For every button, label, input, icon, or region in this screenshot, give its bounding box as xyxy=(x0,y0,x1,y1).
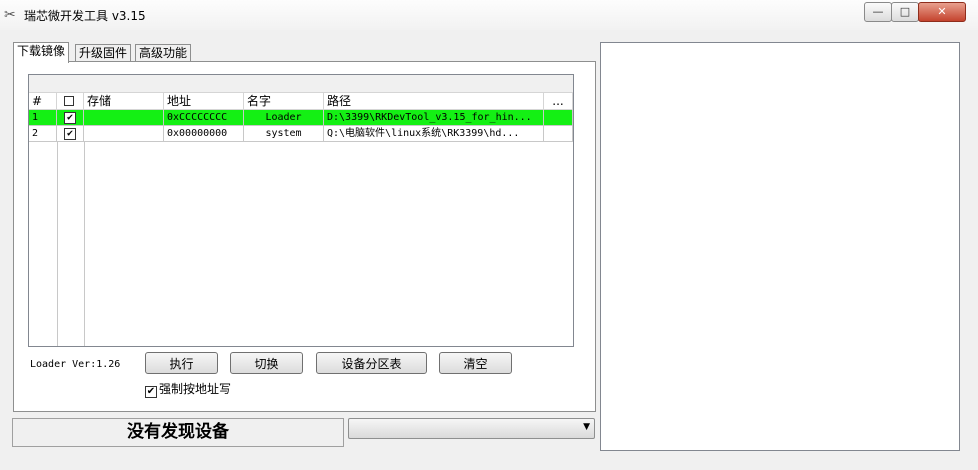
switch-button[interactable]: 切换 xyxy=(230,352,303,374)
grid-line xyxy=(57,142,85,346)
row-checkbox[interactable]: ✔ xyxy=(64,112,76,124)
row-storage[interactable] xyxy=(84,126,164,142)
row-check-cell: ✔ xyxy=(57,110,84,126)
window-title: 瑞芯微开发工具 v3.15 xyxy=(24,9,146,23)
log-output-panel[interactable] xyxy=(600,42,960,451)
col-more-header[interactable]: ... xyxy=(544,93,573,109)
col-check-header[interactable] xyxy=(57,93,84,109)
chevron-down-icon[interactable]: ▼ xyxy=(583,422,590,432)
tab-upgrade-firmware[interactable]: 升级固件 xyxy=(75,44,132,62)
tab-advanced-functions[interactable]: 高级功能 xyxy=(135,44,192,62)
row-index: 2 xyxy=(29,126,57,142)
row-browse[interactable] xyxy=(544,110,573,126)
image-table: # 存储 地址 名字 路径 ... 1 ✔ 0xCCCCCCCC Loader … xyxy=(28,74,574,347)
clear-button[interactable]: 清空 xyxy=(439,352,512,374)
tab-download-image[interactable]: 下载镜像 xyxy=(13,42,70,63)
force-write-checkbox[interactable]: ✔ xyxy=(145,386,157,398)
table-toolbar xyxy=(29,75,573,93)
col-name-header[interactable]: 名字 xyxy=(244,93,324,109)
grid-line xyxy=(29,142,58,346)
force-write-label: 强制按地址写 xyxy=(159,382,232,396)
select-all-checkbox[interactable] xyxy=(64,96,74,106)
row-storage[interactable] xyxy=(84,110,164,126)
col-address-header[interactable]: 地址 xyxy=(164,93,244,109)
table-header: # 存储 地址 名字 路径 ... xyxy=(29,93,573,110)
download-image-panel: # 存储 地址 名字 路径 ... 1 ✔ 0xCCCCCCCC Loader … xyxy=(13,61,596,412)
row-path[interactable]: Q:\电脑软件\linux系统\RK3399\hd... xyxy=(324,126,544,142)
tools-icon: ✂ xyxy=(4,7,16,23)
partition-table-button[interactable]: 设备分区表 xyxy=(316,352,427,374)
row-path[interactable]: D:\3399\RKDevTool_v3.15_for_hin... xyxy=(324,110,544,126)
row-checkbox[interactable]: ✔ xyxy=(64,128,76,140)
row-check-cell: ✔ xyxy=(57,126,84,142)
device-status: 没有发现设备 xyxy=(12,418,344,447)
force-write-option[interactable]: ✔ 强制按地址写 xyxy=(145,382,231,398)
maximize-button[interactable]: □ xyxy=(891,2,919,22)
loader-version: Loader Ver:1.26 xyxy=(30,359,121,370)
minimize-button[interactable]: — xyxy=(864,2,892,22)
title-bar: ✂ 瑞芯微开发工具 v3.15 — □ ✕ xyxy=(0,0,978,30)
col-path-header[interactable]: 路径 xyxy=(324,93,544,109)
table-row[interactable]: 2 ✔ 0x00000000 system Q:\电脑软件\linux系统\RK… xyxy=(29,126,573,142)
row-address[interactable]: 0xCCCCCCCC xyxy=(164,110,244,126)
col-storage-header[interactable]: 存储 xyxy=(84,93,164,109)
device-select[interactable]: ▼ xyxy=(348,418,595,439)
row-name[interactable]: Loader xyxy=(244,110,324,126)
table-row[interactable]: 1 ✔ 0xCCCCCCCC Loader D:\3399\RKDevTool_… xyxy=(29,110,573,126)
row-index: 1 xyxy=(29,110,57,126)
col-index-header[interactable]: # xyxy=(29,93,57,109)
run-button[interactable]: 执行 xyxy=(145,352,218,374)
row-browse[interactable] xyxy=(544,126,573,142)
row-address[interactable]: 0x00000000 xyxy=(164,126,244,142)
row-name[interactable]: system xyxy=(244,126,324,142)
close-button[interactable]: ✕ xyxy=(918,2,966,22)
